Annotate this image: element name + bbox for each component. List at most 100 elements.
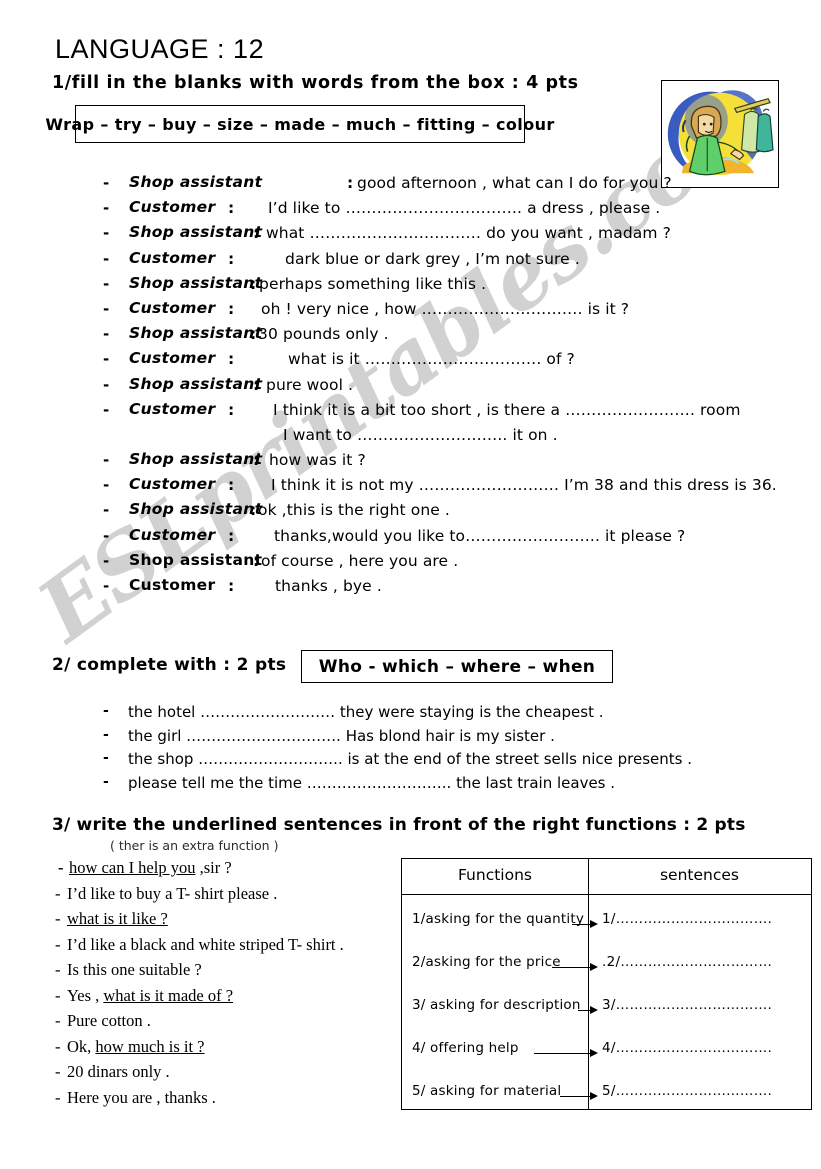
- list-item: - the girl …………………………. Has blond hair is…: [103, 727, 803, 751]
- list-item-text: 20 dinars only .: [67, 1062, 170, 1081]
- dialogue-line: - Customer : oh ! very nice , how …………………: [103, 299, 818, 325]
- list-dash: -: [103, 400, 110, 419]
- speaker-colon: :: [253, 224, 260, 243]
- task2-wordbank-box: Who - which – where – when: [301, 650, 613, 683]
- list-item: - 20 dinars only .: [55, 1062, 405, 1088]
- task1-wordbank-text: Wrap – try – buy – size – made – much – …: [45, 114, 555, 134]
- list-item: - how can I help you ,sir ?: [55, 858, 405, 884]
- list-item-text: the shop ……………………….. is at the end of th…: [128, 750, 692, 768]
- list-dash: -: [103, 476, 110, 495]
- underlined-phrase: how can I help you: [69, 858, 196, 877]
- answer-blank: 1/…………………………….: [602, 911, 773, 927]
- speaker-label: Shop assistant: [129, 450, 263, 469]
- list-item-text: Is this one suitable ?: [67, 960, 202, 979]
- function-label: 3/ asking for description: [412, 997, 581, 1013]
- task3-sentence-list: - how can I help you ,sir ? - I’d like t…: [55, 858, 405, 1113]
- list-dash: -: [103, 773, 109, 790]
- speaker-label: Customer: [129, 475, 216, 494]
- dialogue-line: - Shop assistant : what …………………………… do y…: [103, 223, 818, 249]
- dialogue-text: good afternoon , what can I do for you ?: [357, 174, 672, 192]
- list-dash: -: [103, 577, 110, 595]
- dialogue-text: ok ,this is the right one .: [258, 501, 450, 520]
- table-row: 2/asking for the price .2/……………………………: [402, 946, 811, 982]
- speaker-colon: :: [250, 274, 257, 293]
- function-label: 1/asking for the quantity: [412, 911, 585, 927]
- dialogue-text: thanks , bye .: [275, 577, 382, 595]
- sentence-prefix: Ok,: [67, 1036, 96, 1056]
- task1-dialogue: - Shop assistant : good afternoon , what…: [103, 173, 818, 602]
- sentence-suffix: ,sir ?: [195, 858, 232, 877]
- dialogue-text: of course , here you are .: [261, 551, 459, 570]
- speaker-label: Shop assistant: [129, 173, 263, 191]
- list-dash: -: [103, 174, 110, 192]
- answer-blank: .2/……………………………: [602, 954, 773, 970]
- task3-note: ( ther is an extra function ): [110, 838, 279, 853]
- list-item: - Yes , what is it made of ?: [55, 986, 405, 1012]
- dialogue-line: - Shop assistant : pure wool .: [103, 375, 818, 401]
- speaker-colon: :: [253, 551, 260, 570]
- speaker-label: Shop assistant: [129, 550, 263, 569]
- speaker-colon: :: [228, 476, 235, 495]
- list-item: - I’d like to buy a T- shirt please .: [55, 884, 405, 910]
- list-dash: -: [103, 299, 110, 318]
- list-item-text: Here you are , thanks .: [67, 1087, 216, 1107]
- list-dash: -: [55, 1036, 61, 1056]
- list-item: - Pure cotton .: [55, 1011, 405, 1037]
- dialogue-text: what is it ……………………………. of ?: [288, 350, 575, 369]
- function-label: 5/ asking for material: [412, 1083, 562, 1099]
- list-dash: -: [103, 375, 110, 394]
- list-dash: -: [55, 1062, 61, 1081]
- table-row: 1/asking for the quantity 1/…………………………….: [402, 903, 811, 939]
- list-item-text: Ok, how much is it ?: [67, 1037, 205, 1057]
- answer-blank: 5/…………………………….: [602, 1083, 773, 1099]
- speaker-colon: :: [228, 577, 235, 595]
- shopping-clipart: [661, 80, 779, 188]
- speaker-label: Shop assistant: [129, 223, 263, 242]
- arrow-icon: [572, 919, 598, 929]
- table-column-divider: [588, 859, 590, 1109]
- arrow-icon: [552, 962, 598, 972]
- task2-items: - the hotel ……………………… they were staying …: [103, 703, 803, 797]
- dialogue-line: - Customer : what is it ……………………………. of …: [103, 349, 818, 375]
- list-dash: -: [103, 325, 110, 344]
- list-dash: -: [103, 451, 110, 470]
- list-item-text: Yes , what is it made of ?: [67, 986, 233, 1006]
- list-item-text: Pure cotton .: [67, 1011, 151, 1030]
- dialogue-text: 30 pounds only .: [258, 325, 389, 344]
- list-item: - please tell me the time ……………………….. th…: [103, 774, 803, 798]
- dialogue-text: what …………………………… do you want , madam ?: [266, 224, 671, 243]
- table-row: 5/ asking for material 5/…………………………….: [402, 1075, 811, 1111]
- list-item: - what is it like ?: [55, 909, 405, 935]
- speaker-colon: :: [250, 501, 257, 520]
- list-item-text: the hotel ……………………… they were staying is…: [128, 703, 604, 721]
- list-item-text: how can I help you ,sir ?: [69, 858, 232, 878]
- list-dash: -: [55, 909, 61, 928]
- dialogue-line: - Customer : I think it is not my …………………: [103, 475, 818, 501]
- arrow-icon: [534, 1048, 598, 1058]
- arrow-icon: [578, 1005, 598, 1015]
- speaker-colon: :: [228, 350, 235, 369]
- speaker-label: Customer: [129, 349, 216, 368]
- dialogue-line: - Shop assistant : ok ,this is the right…: [103, 500, 818, 526]
- list-dash: -: [103, 274, 110, 293]
- list-item: - Ok, how much is it ?: [55, 1037, 405, 1063]
- table-header-sentences: sentences: [659, 866, 739, 884]
- dialogue-text: perhaps something like this .: [259, 274, 487, 293]
- speaker-colon: :: [253, 375, 260, 394]
- speaker-label: Customer: [129, 576, 216, 594]
- underlined-phrase: what is it like ?: [67, 909, 168, 928]
- task3-heading: 3/ write the underlined sentences in fro…: [52, 815, 746, 835]
- list-dash: -: [55, 985, 61, 1005]
- list-item: - Is this one suitable ?: [55, 960, 405, 986]
- answer-blank: 3/…………………………….: [602, 997, 773, 1013]
- speaker-label: Customer: [129, 248, 216, 267]
- dialogue-text: I’d like to ……………………………. a dress , pleas…: [268, 199, 661, 218]
- list-dash: -: [103, 726, 109, 743]
- dialogue-text: how was it ?: [269, 451, 366, 470]
- speaker-label: Shop assistant: [129, 273, 263, 292]
- table-row: 4/ offering help 4/…………………………….: [402, 1032, 811, 1068]
- speaker-label: Customer: [129, 399, 216, 418]
- list-dash: -: [103, 501, 110, 520]
- speaker-colon: :: [228, 299, 235, 318]
- dialogue-line: - Shop assistant : 30 pounds only .: [103, 324, 818, 350]
